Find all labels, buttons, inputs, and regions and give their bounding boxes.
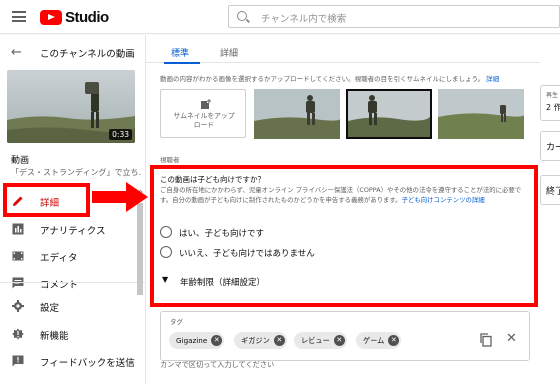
tags-hint: カンマで区切って入力してください (160, 360, 275, 369)
menu-icon[interactable] (12, 11, 26, 22)
tag-chip: Gigazine ✕ (169, 332, 225, 349)
auto-thumbnail-option-selected[interactable] (346, 89, 432, 139)
tab-bar: 標準 詳細 (146, 35, 560, 64)
tag-chip: ギガジン ✕ (234, 332, 287, 349)
sidebar-item-analytics[interactable]: アナリティクス (0, 216, 140, 242)
tag-chip: レビュー ✕ (294, 332, 347, 349)
playlist-select-value: 2 作 (546, 103, 560, 112)
gear-icon (12, 300, 24, 312)
sidebar-divider (0, 282, 145, 283)
film-icon (12, 251, 24, 261)
search-input[interactable]: チャンネル内で検索 (228, 5, 560, 28)
remove-tag-icon[interactable]: ✕ (333, 335, 345, 346)
sidebar-item-editor[interactable]: エディタ (0, 243, 140, 269)
youtube-play-icon (40, 9, 62, 25)
video-duration: 0:33 (109, 129, 132, 140)
annotation-arrow-icon (92, 182, 148, 212)
annotation-highlight-details (3, 183, 90, 217)
badge-icon (12, 328, 24, 340)
tab-details[interactable]: 詳細 (220, 46, 238, 59)
sidebar-item-new-features[interactable]: 新機能 (0, 321, 140, 347)
youtube-studio-logo[interactable]: Studio (40, 8, 109, 26)
remove-tag-icon[interactable]: ✕ (273, 335, 285, 346)
end-screen-button-label: 終了 (546, 187, 560, 197)
sidebar-item-label: 設定 (40, 303, 60, 314)
upload-thumbnail-label: サムネイルをアップロード (173, 112, 235, 129)
playlist-select[interactable]: 再生 2 作 (540, 85, 560, 121)
back-arrow-icon: ← (11, 45, 22, 60)
annotation-highlight-audience (150, 165, 538, 307)
analytics-icon (12, 223, 24, 235)
sidebar-item-label: コメント (40, 280, 79, 291)
back-to-channel-videos[interactable]: ← このチャンネルの動画 (0, 35, 145, 69)
tag-chip: ゲーム ✕ (356, 332, 402, 349)
active-tab-indicator (164, 62, 200, 64)
sidebar-item-label: 新機能 (40, 331, 69, 342)
tag-chip-text: ゲーム (363, 335, 385, 345)
comment-icon (12, 277, 24, 289)
sidebar-item-label: アナリティクス (40, 226, 106, 237)
video-thumbnail[interactable]: 0:33 (7, 70, 135, 143)
thumbnail-option-scene (254, 89, 340, 139)
video-heading: 動画 (11, 156, 30, 166)
tag-chip-text: ギガジン (241, 335, 270, 345)
sidebar-item-feedback[interactable]: フィードバックを送信 (0, 348, 140, 374)
copy-icon[interactable] (479, 333, 493, 347)
end-screen-button[interactable]: 終了 (540, 175, 560, 205)
video-title: 「デス・ストランディング」で立ち… (11, 168, 141, 177)
top-bar: Studio チャンネル内で検索 (0, 0, 560, 34)
auto-thumbnail-option[interactable] (438, 89, 524, 139)
thumbnail-details-link[interactable]: 詳細 (486, 75, 499, 83)
tag-chip-text: Gigazine (176, 336, 208, 345)
clear-tags-icon[interactable]: ✕ (506, 331, 517, 346)
thumbnail-option-scene (348, 91, 430, 137)
thumbnail-description: 動画の内容がわかる画像を選択するかアップロードしてください。視聴者の目を引くサム… (160, 73, 499, 83)
audience-section-label: 視聴者 (160, 156, 180, 164)
remove-tag-icon[interactable]: ✕ (211, 335, 223, 346)
thumbnail-description-text: 動画の内容がわかる画像を選択するかアップロードしてください。視聴者の目を引くサム… (160, 75, 485, 83)
sidebar-item-label: エディタ (40, 253, 78, 264)
scrollbar-thumb[interactable] (137, 203, 143, 295)
back-label: このチャンネルの動画 (40, 49, 135, 60)
upload-thumbnail-button[interactable]: サムネイルをアップロード (160, 89, 246, 138)
search-icon (237, 11, 247, 21)
brand-name: Studio (65, 8, 109, 26)
sidebar-item-label: フィードバックを送信 (40, 358, 135, 369)
tab-standard[interactable]: 標準 (171, 46, 189, 59)
tag-chip-text: レビュー (301, 335, 330, 345)
sidebar-item-settings[interactable]: 設定 (0, 293, 140, 319)
search-placeholder: チャンネル内で検索 (261, 14, 347, 25)
tags-input[interactable]: タグ Gigazine ✕ ギガジン ✕ レビュー ✕ ゲーム ✕ ✕ (160, 311, 530, 361)
thumbnail-option-scene (438, 89, 524, 139)
playlist-select-label: 再生 (546, 92, 559, 99)
auto-thumbnail-option[interactable] (254, 89, 340, 139)
feedback-icon (12, 355, 24, 367)
cards-button[interactable]: カー (540, 131, 560, 161)
add-image-icon (201, 99, 211, 109)
right-panel: 再生 2 作 カー 終了 (540, 35, 560, 384)
cards-button-label: カー (546, 143, 560, 153)
remove-tag-icon[interactable]: ✕ (388, 335, 400, 346)
tags-label: タグ (170, 318, 183, 326)
